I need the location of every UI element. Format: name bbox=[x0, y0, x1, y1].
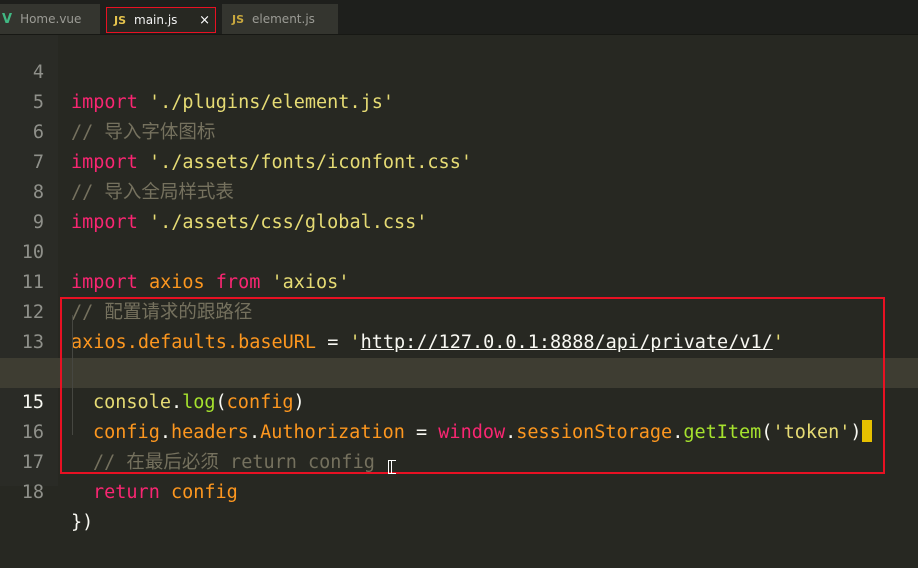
tab-label: Home.vue bbox=[20, 12, 82, 26]
identifier: config bbox=[159, 482, 238, 503]
mouse-ibeam-icon bbox=[388, 460, 396, 474]
js-file-icon: JS bbox=[232, 12, 245, 26]
code-line[interactable]: 16 // 在最后必须 return config bbox=[0, 388, 918, 473]
tab-label: element.js bbox=[252, 12, 315, 26]
code-line[interactable]: 6 import './assets/fonts/iconfont.css' bbox=[0, 88, 918, 173]
close-icon[interactable]: × bbox=[199, 13, 210, 28]
keyword: return bbox=[93, 482, 160, 503]
code-line-active[interactable]: 15 config.headers.Authorization = window… bbox=[0, 358, 918, 443]
code-line[interactable]: 17 return config bbox=[0, 418, 918, 503]
code-line[interactable]: 5 // 导入字体图标 bbox=[0, 58, 918, 143]
code-line[interactable]: 10 import axios from 'axios' bbox=[0, 208, 918, 293]
line-number: 18 bbox=[21, 482, 44, 503]
punctuation: }) bbox=[71, 512, 94, 533]
code-line[interactable]: 11 // 配置请求的跟路径 bbox=[0, 238, 918, 323]
code-line[interactable]: 7 // 导入全局样式表 bbox=[0, 118, 918, 203]
js-file-icon: JS bbox=[114, 13, 127, 27]
vue-file-icon: V bbox=[2, 11, 13, 27]
code-line[interactable]: 4 import './plugins/element.js' bbox=[0, 28, 918, 113]
code-line[interactable]: 14 console.log(config) bbox=[0, 328, 918, 413]
tab-label: main.js bbox=[134, 13, 178, 27]
code-line[interactable]: 12 axios.defaults.baseURL = 'http://127.… bbox=[0, 268, 918, 353]
indent-guide bbox=[72, 315, 73, 435]
code-line[interactable]: 18 }) bbox=[0, 448, 918, 533]
code-line[interactable]: 8 import './assets/css/global.css' bbox=[0, 148, 918, 233]
code-editor[interactable]: 4 import './plugins/element.js' 5 // 导入字… bbox=[0, 35, 918, 533]
code-line[interactable]: 13 axios.interceptors.request.use(config… bbox=[0, 298, 918, 383]
code-line[interactable]: 9 bbox=[0, 178, 918, 233]
